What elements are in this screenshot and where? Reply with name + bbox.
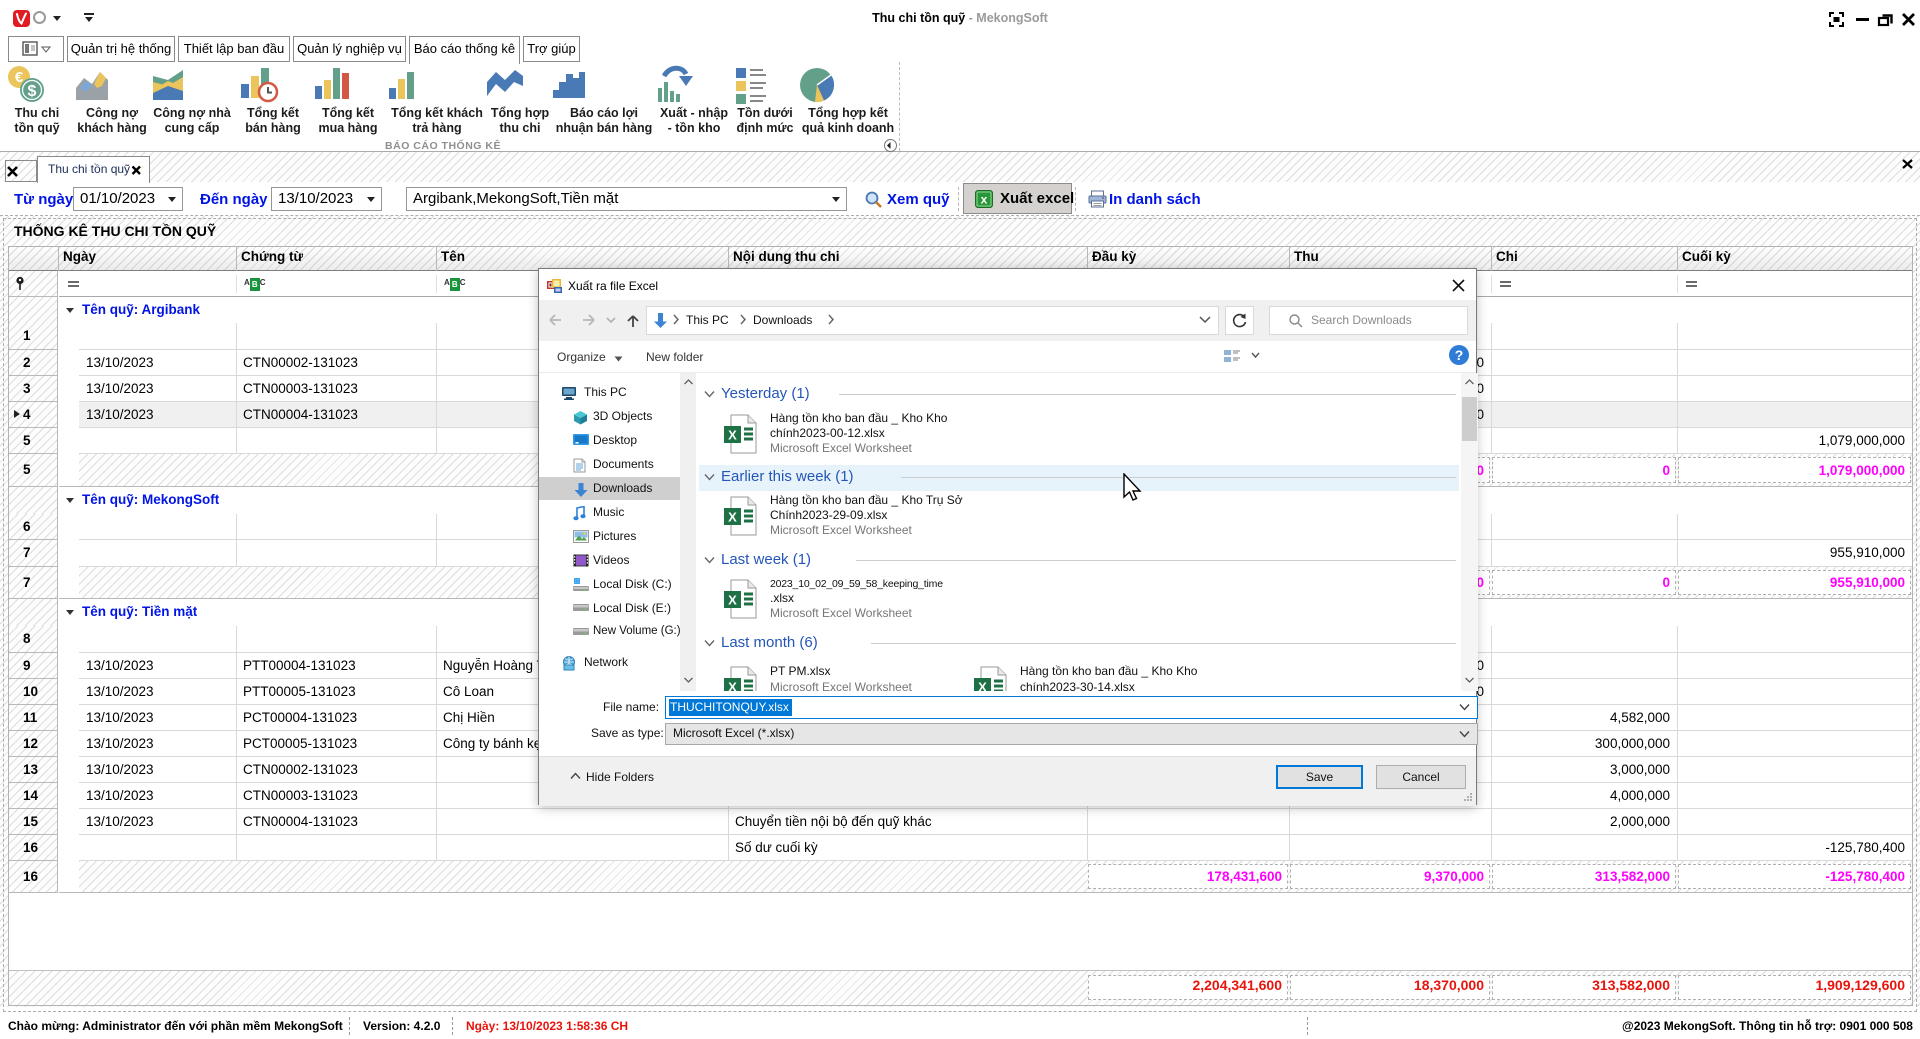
svg-text:$: $ [28, 83, 37, 100]
svg-text:X: X [728, 680, 737, 692]
svg-text:X: X [978, 680, 987, 692]
svg-text:X: X [728, 593, 737, 608]
svg-text:X: X [728, 428, 737, 443]
svg-text:X: X [728, 510, 737, 525]
svg-text:x: x [981, 193, 988, 207]
